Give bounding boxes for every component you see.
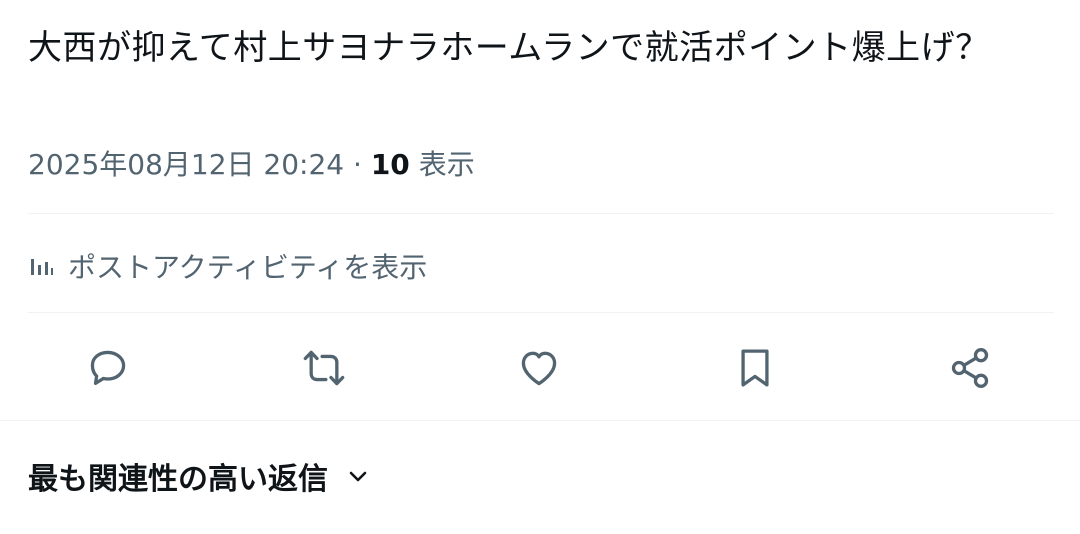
post-activity-link[interactable]: ポストアクティビティを表示 — [28, 244, 427, 288]
reply-icon — [90, 350, 126, 386]
action-bar — [0, 330, 1080, 406]
tweet-text: 大西が抑えて村上サヨナラホームランで就活ポイント爆上げ？ — [28, 28, 990, 68]
post-activity-label: ポストアクティビティを表示 — [68, 251, 428, 284]
bar-chart-icon — [28, 253, 54, 279]
repost-button[interactable] — [300, 344, 348, 392]
tweet-timestamp[interactable]: 2025年08月12日 20:24 — [28, 148, 344, 181]
views-label: 表示 — [418, 148, 475, 181]
bookmark-button[interactable] — [731, 344, 779, 392]
divider — [28, 213, 1054, 214]
meta-separator: · — [353, 148, 362, 181]
reply-sort-selector[interactable]: 最も関連性の高い返信 — [28, 452, 370, 500]
share-button[interactable] — [946, 344, 994, 392]
like-button[interactable] — [515, 344, 563, 392]
share-icon — [951, 348, 989, 388]
repost-icon — [303, 350, 345, 386]
views-count: 10 — [370, 148, 410, 181]
heart-icon — [521, 351, 557, 386]
chevron-down-icon — [346, 464, 370, 488]
divider — [0, 420, 1080, 421]
reply-sort-label: 最も関連性の高い返信 — [28, 462, 328, 497]
reply-button[interactable] — [84, 344, 132, 392]
divider — [28, 312, 1054, 313]
bookmark-icon — [741, 349, 769, 387]
tweet-meta: 2025年08月12日 20:24 · 10 表示 — [28, 145, 475, 185]
